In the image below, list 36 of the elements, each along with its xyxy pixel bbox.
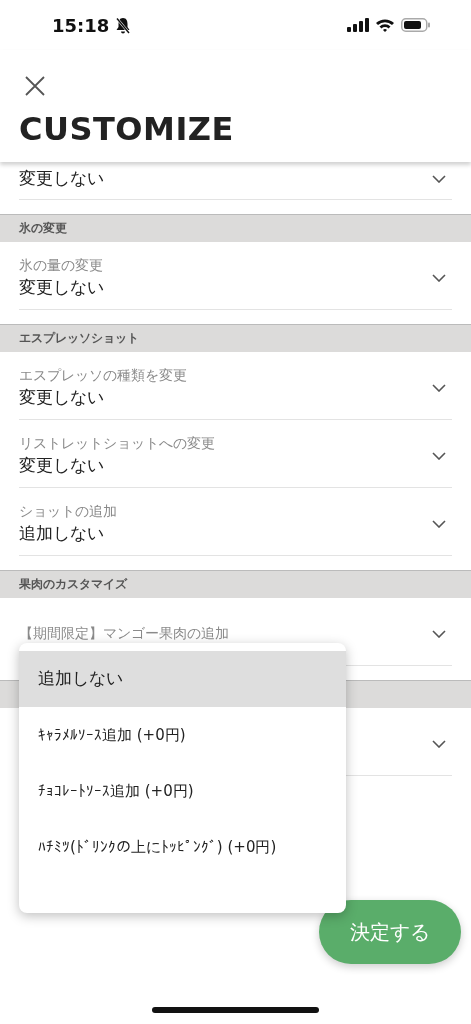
- chevron-down-icon: [432, 630, 446, 638]
- field-value: 変更しない: [19, 277, 104, 299]
- signal-icon: [347, 18, 369, 32]
- field-value: 変更しない: [19, 387, 105, 409]
- chevron-down-icon: [432, 274, 446, 282]
- bell-slash-icon: [115, 16, 132, 34]
- section-title: エスプレッソショット: [19, 330, 139, 347]
- field-label: ショットの追加: [19, 503, 117, 521]
- field-value: 変更しない: [19, 168, 104, 190]
- chevron-down-icon: [432, 740, 446, 748]
- field-label: エスプレッソの種類を変更: [19, 367, 187, 385]
- dropdown-option[interactable]: ﾁｮｺﾚｰﾄｿｰｽ追加 (+0円): [19, 763, 346, 819]
- dropdown-option[interactable]: 追加しない: [19, 651, 346, 707]
- field-value: 変更しない: [19, 455, 105, 477]
- chevron-down-icon: [432, 175, 446, 183]
- field-label: リストレットショットへの変更: [19, 435, 215, 453]
- section-title: 果肉のカスタマイズ: [19, 576, 127, 593]
- close-button[interactable]: [25, 76, 45, 96]
- chevron-down-icon: [432, 384, 446, 392]
- wifi-icon: [375, 18, 395, 32]
- select-field[interactable]: 変更しない: [19, 162, 452, 200]
- page-title: CUSTOMIZE: [19, 110, 235, 148]
- dropdown-option[interactable]: ｷｬﾗﾒﾙｿｰｽ追加 (+0円): [19, 707, 346, 763]
- field-value: 追加しない: [19, 523, 105, 545]
- select-field[interactable]: 氷の量の変更 変更しない: [19, 242, 452, 310]
- field-label: 氷の量の変更: [19, 257, 104, 275]
- section-title: 氷の変更: [19, 220, 67, 237]
- field-label: 【期間限定】マンゴー果肉の追加: [19, 625, 229, 643]
- chevron-down-icon: [432, 452, 446, 460]
- select-field[interactable]: リストレットショットへの変更 変更しない: [19, 420, 452, 488]
- select-field[interactable]: エスプレッソの種類を変更 変更しない: [19, 352, 452, 420]
- battery-icon: [401, 18, 431, 32]
- dropdown-option[interactable]: ﾊﾁﾐﾂ(ﾄﾞﾘﾝｸの上にﾄｯﾋﾟﾝｸﾞ) (+0円): [19, 819, 346, 875]
- select-field[interactable]: ショットの追加 追加しない: [19, 488, 452, 556]
- status-time: 15:18: [52, 14, 110, 36]
- chevron-down-icon: [432, 520, 446, 528]
